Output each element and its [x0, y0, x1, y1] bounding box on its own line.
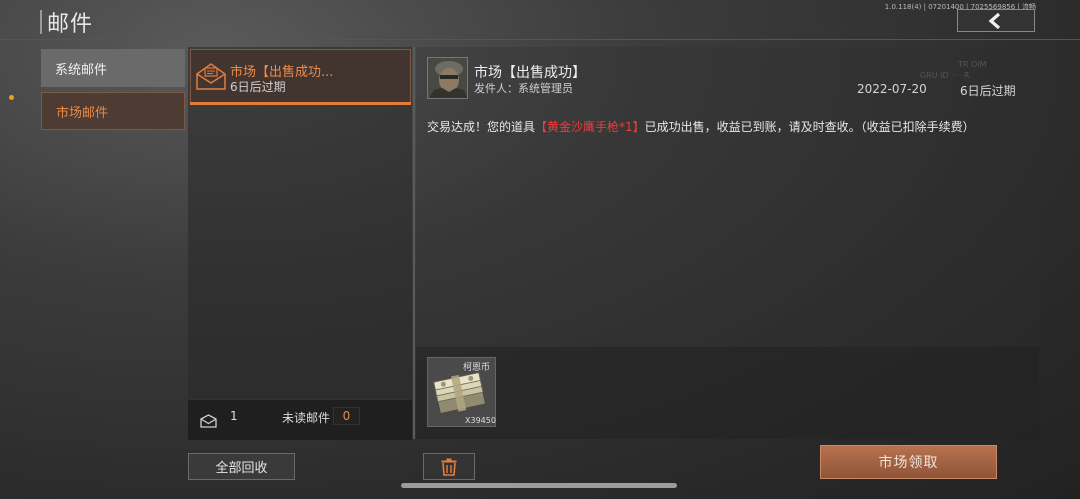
- sender-label: 发件人：: [474, 82, 518, 95]
- watermark-text: GRU ID ···· R: [920, 71, 970, 80]
- mail-expiry: 6日后过期: [960, 84, 1016, 98]
- mail-date: 2022-07-20: [857, 82, 927, 96]
- title-accent-bar: [40, 10, 42, 34]
- home-indicator-bar[interactable]: [401, 483, 677, 488]
- back-button[interactable]: [957, 9, 1035, 32]
- selected-underline: [190, 102, 411, 105]
- mail-total-count: 1: [230, 409, 238, 423]
- claim-button-label: 市场领取: [878, 455, 939, 471]
- panel-divider: [413, 47, 415, 439]
- message-item-name: 【黄金沙鹰手枪*1】: [535, 120, 645, 134]
- attachment-area: [416, 347, 1039, 439]
- watermark-text: TR OIM: [958, 60, 987, 69]
- mail-item-expiry: 6日后过期: [230, 80, 286, 94]
- message-suffix: 已成功出售，收益已到账，请及时查收。（收益已扣除手续费）: [644, 120, 975, 134]
- market-claim-button[interactable]: 市场领取: [820, 445, 997, 479]
- cash-bundle-icon: [433, 372, 486, 414]
- message-prefix: 交易达成！您的道具: [427, 120, 536, 134]
- sender-name: 系统管理员: [518, 82, 573, 95]
- tab-market-mail[interactable]: 市场邮件: [41, 92, 185, 130]
- sender-avatar: [427, 57, 468, 99]
- tab-label: 系统邮件: [55, 62, 108, 78]
- mail-detail-title: 市场【出售成功】: [474, 65, 586, 81]
- trash-icon: [441, 458, 457, 476]
- collect-all-button[interactable]: 全部回收: [188, 453, 295, 480]
- mail-icon: [200, 414, 217, 428]
- unread-label: 未读邮件: [282, 411, 331, 425]
- delete-button[interactable]: [423, 453, 475, 480]
- page-title: 邮件: [47, 12, 94, 37]
- envelope-icon: [196, 63, 226, 90]
- unread-count: 0: [333, 407, 360, 425]
- notification-dot: [9, 95, 14, 100]
- tab-system-mail[interactable]: 系统邮件: [41, 49, 185, 87]
- tab-label: 市场邮件: [56, 105, 109, 121]
- message-body: 交易达成！您的道具【黄金沙鹰手枪*1】已成功出售，收益已到账，请及时查收。（收益…: [427, 119, 1027, 136]
- attachment-quantity: X39450: [465, 416, 496, 425]
- back-arrow-icon: [988, 12, 1001, 29]
- collect-all-label: 全部回收: [215, 461, 268, 476]
